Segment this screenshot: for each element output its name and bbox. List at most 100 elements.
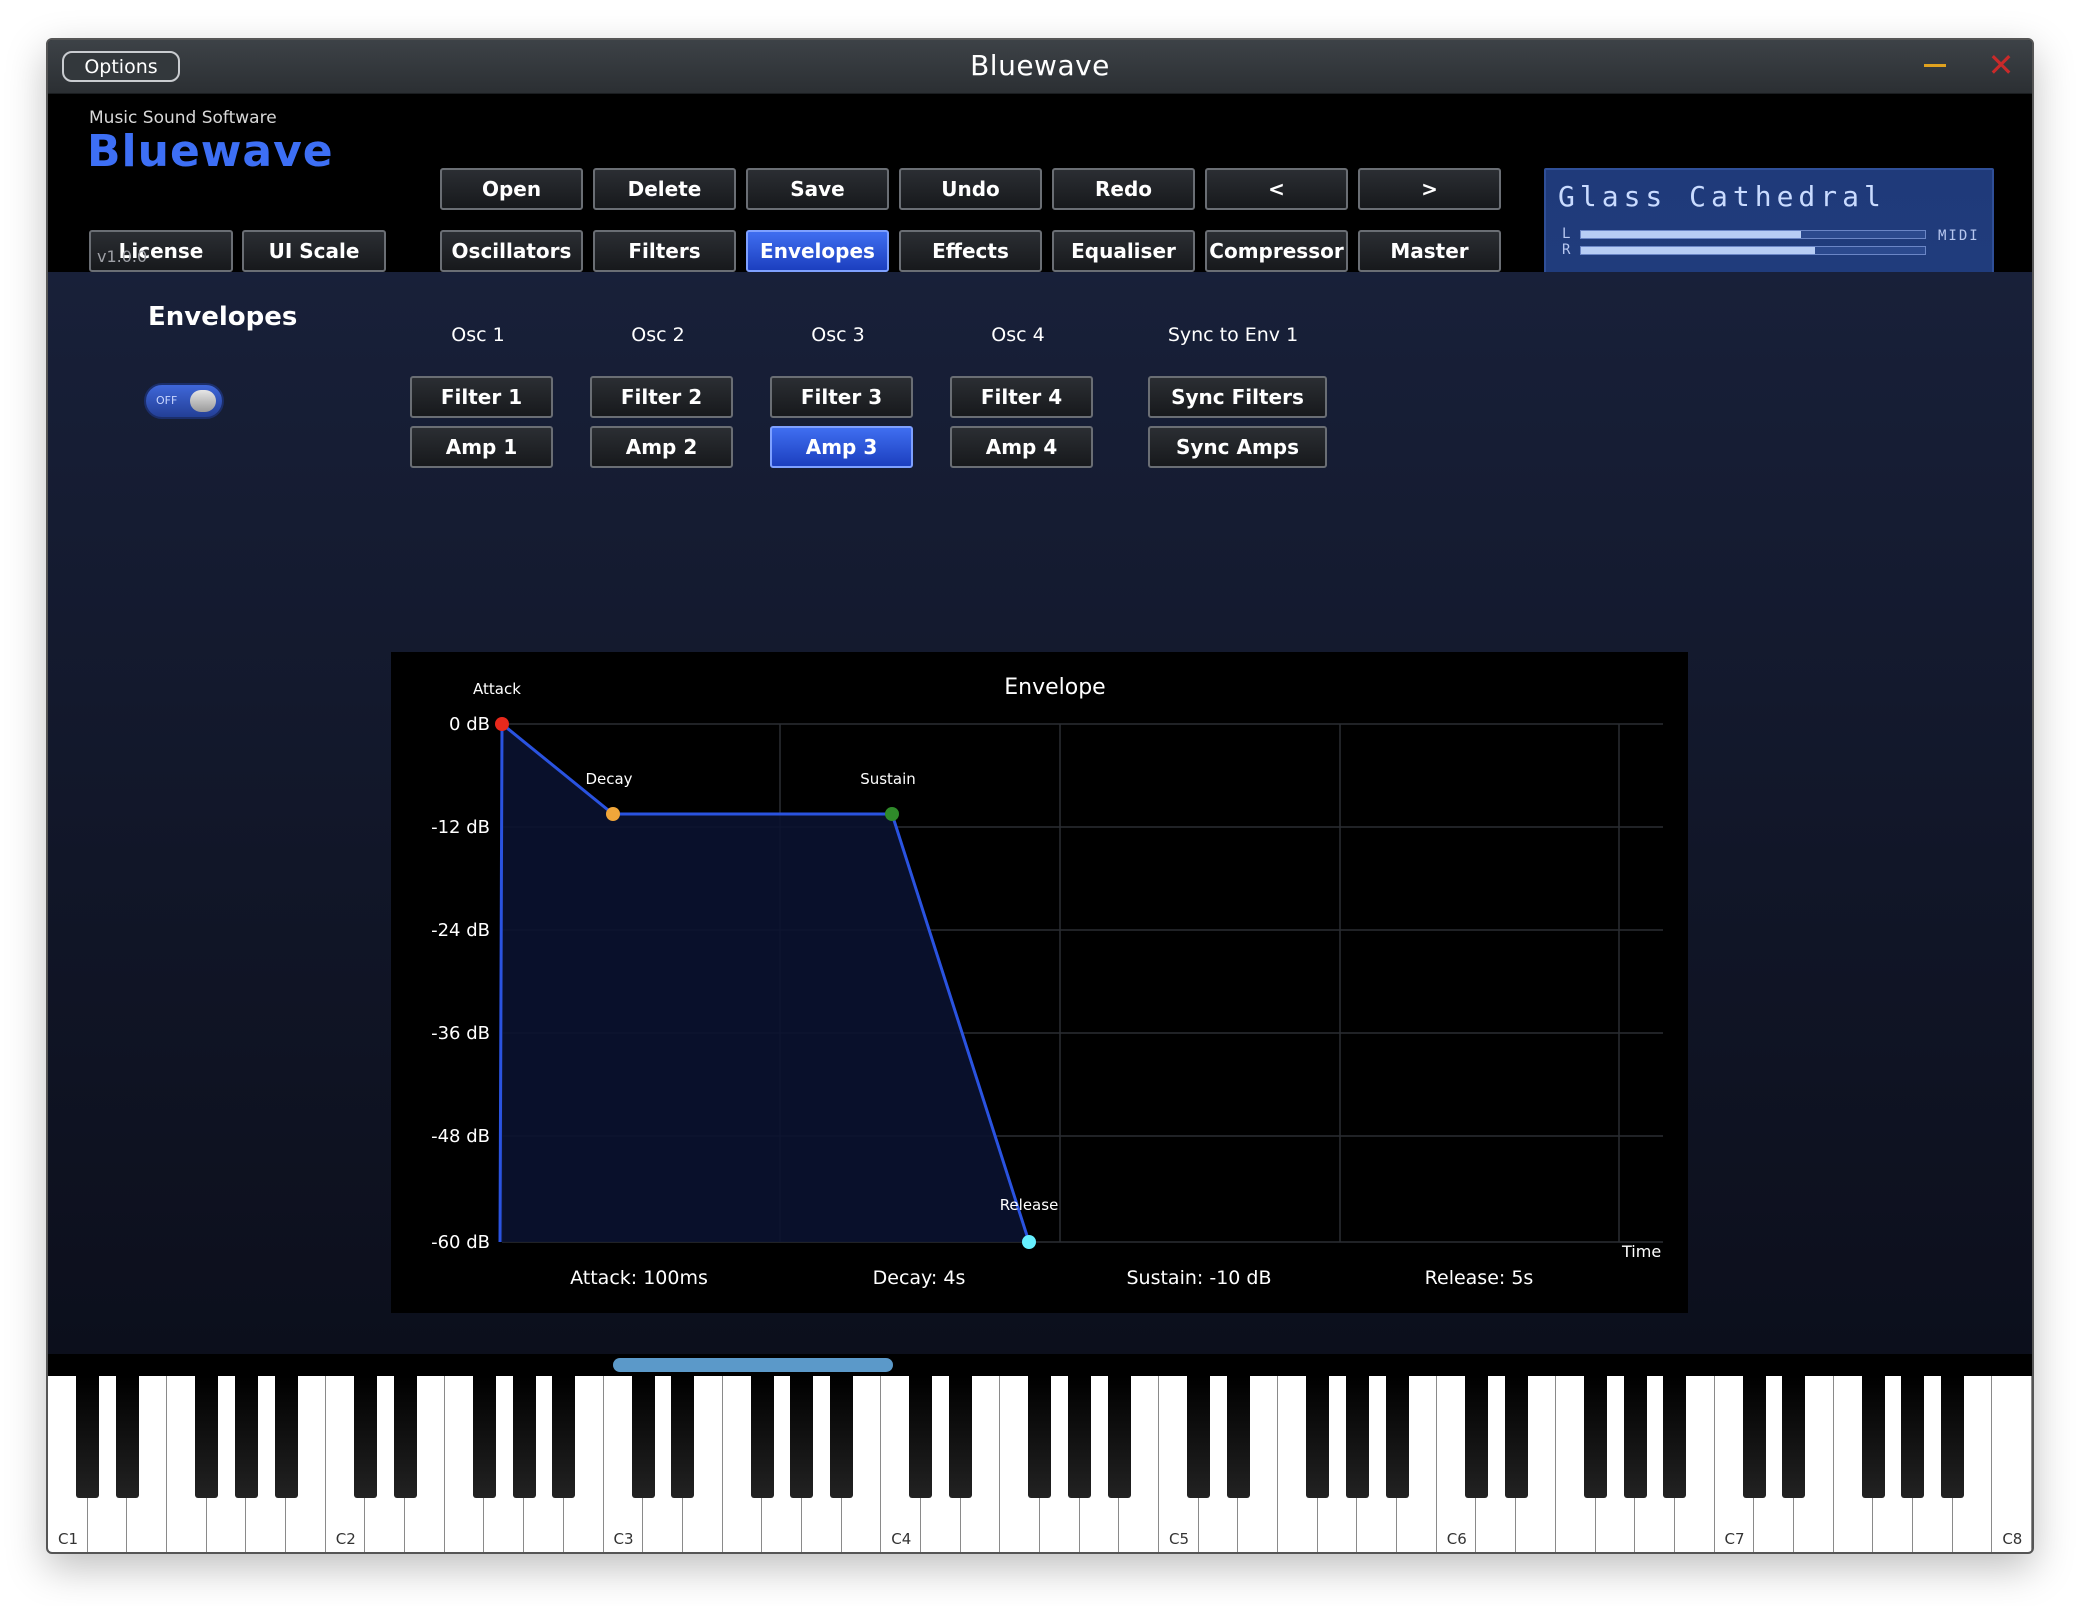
black-key[interactable] [512, 1376, 536, 1498]
black-key[interactable] [830, 1376, 854, 1498]
sync-filters-button[interactable]: Sync Filters [1148, 376, 1327, 418]
close-icon[interactable]: ✕ [1986, 49, 2016, 81]
attack-handle[interactable] [495, 717, 509, 731]
envelope-graph[interactable]: Envelope 0 dB -12 dB -24 dB -36 dB -48 d… [391, 652, 1688, 1313]
black-key[interactable] [1504, 1376, 1528, 1498]
black-key[interactable] [1623, 1376, 1647, 1498]
black-key[interactable] [393, 1376, 417, 1498]
sync-heading: Sync to Env 1 [1167, 324, 1299, 346]
piano-keyboard[interactable]: C1 C2 C3 C4 C5 C6 C7 C8 [48, 1376, 2032, 1552]
previous-preset-button[interactable]: < [1205, 168, 1348, 210]
amp-1-button[interactable]: Amp 1 [410, 426, 553, 468]
preset-display[interactable]: Glass Cathedral L R MIDI [1544, 168, 1994, 276]
osc3-heading: Osc 3 [811, 324, 865, 346]
filter-3-button[interactable]: Filter 3 [770, 376, 913, 418]
amp-4-button[interactable]: Amp 4 [950, 426, 1093, 468]
black-key[interactable] [1226, 1376, 1250, 1498]
attack-readout: Attack: 100ms [570, 1267, 708, 1289]
minimize-icon[interactable] [1924, 64, 1946, 67]
black-key[interactable] [76, 1376, 100, 1498]
attack-label: Attack [473, 680, 521, 698]
next-preset-button[interactable]: > [1358, 168, 1501, 210]
toggle-knob [190, 390, 216, 412]
octave-label: C6 [1446, 1530, 1467, 1548]
keyboard-area: C1 C2 C3 C4 C5 C6 C7 C8 [48, 1354, 2032, 1552]
black-key[interactable] [1107, 1376, 1131, 1498]
envelopes-toggle[interactable]: OFF [144, 383, 224, 419]
osc2-heading: Osc 2 [631, 324, 685, 346]
black-key[interactable] [274, 1376, 298, 1498]
black-key[interactable] [671, 1376, 695, 1498]
black-key[interactable] [1028, 1376, 1052, 1498]
y-tick-label: -24 dB [431, 920, 490, 941]
tab-master[interactable]: Master [1358, 230, 1501, 272]
white-key[interactable]: C8 [1992, 1376, 2032, 1552]
tab-envelopes[interactable]: Envelopes [746, 230, 889, 272]
black-key[interactable] [1306, 1376, 1330, 1498]
y-tick-label: -12 dB [431, 817, 490, 838]
release-label: Release [1000, 1196, 1059, 1214]
black-key[interactable] [631, 1376, 655, 1498]
graph-title: Envelope [1004, 675, 1105, 700]
open-button[interactable]: Open [440, 168, 583, 210]
black-key[interactable] [353, 1376, 377, 1498]
black-key[interactable] [949, 1376, 973, 1498]
black-key[interactable] [1187, 1376, 1211, 1498]
envelopes-panel: Envelopes OFF Osc 1 Osc 2 Osc 3 Osc 4 Sy… [48, 272, 2032, 1354]
black-key[interactable] [115, 1376, 139, 1498]
tab-equaliser[interactable]: Equaliser [1052, 230, 1195, 272]
amp-3-button[interactable]: Amp 3 [770, 426, 913, 468]
midi-indicator: MIDI [1938, 228, 1980, 244]
sustain-handle[interactable] [885, 807, 899, 821]
octave-label: C8 [2002, 1530, 2023, 1548]
meter-right-label: R [1562, 242, 1571, 258]
release-handle[interactable] [1022, 1235, 1036, 1249]
sustain-label: Sustain [860, 770, 916, 788]
amp-2-button[interactable]: Amp 2 [590, 426, 733, 468]
version-label: v1.0.0 [97, 247, 148, 266]
black-key[interactable] [1861, 1376, 1885, 1498]
meter-right-fill [1581, 247, 1815, 254]
black-key[interactable] [1941, 1376, 1965, 1498]
decay-label: Decay [585, 770, 632, 788]
decay-handle[interactable] [606, 807, 620, 821]
save-button[interactable]: Save [746, 168, 889, 210]
black-key[interactable] [1742, 1376, 1766, 1498]
filter-2-button[interactable]: Filter 2 [590, 376, 733, 418]
black-key[interactable] [1663, 1376, 1687, 1498]
black-key[interactable] [909, 1376, 933, 1498]
black-key[interactable] [1385, 1376, 1409, 1498]
black-key[interactable] [1901, 1376, 1925, 1498]
app-window: Options Bluewave ✕ Music Sound Software … [46, 38, 2034, 1554]
redo-button[interactable]: Redo [1052, 168, 1195, 210]
tab-oscillators[interactable]: Oscillators [440, 230, 583, 272]
filter-1-button[interactable]: Filter 1 [410, 376, 553, 418]
black-key[interactable] [1464, 1376, 1488, 1498]
black-key[interactable] [472, 1376, 496, 1498]
sustain-readout: Sustain: -10 dB [1126, 1267, 1271, 1289]
black-key[interactable] [790, 1376, 814, 1498]
tab-effects[interactable]: Effects [899, 230, 1042, 272]
ui-scale-button[interactable]: UI Scale [242, 230, 386, 272]
black-key[interactable] [1068, 1376, 1092, 1498]
black-key[interactable] [1345, 1376, 1369, 1498]
black-key[interactable] [552, 1376, 576, 1498]
section-title: Envelopes [148, 302, 298, 332]
undo-button[interactable]: Undo [899, 168, 1042, 210]
window-title: Bluewave [970, 49, 1110, 82]
black-key[interactable] [750, 1376, 774, 1498]
envelope-area [500, 724, 1029, 1242]
envelope-svg: Envelope 0 dB -12 dB -24 dB -36 dB -48 d… [431, 675, 1663, 1289]
black-key[interactable] [195, 1376, 219, 1498]
black-key[interactable] [1782, 1376, 1806, 1498]
black-key[interactable] [234, 1376, 258, 1498]
sync-amps-button[interactable]: Sync Amps [1148, 426, 1327, 468]
tab-compressor[interactable]: Compressor [1205, 230, 1348, 272]
octave-label: C7 [1724, 1530, 1745, 1548]
filter-4-button[interactable]: Filter 4 [950, 376, 1093, 418]
delete-button[interactable]: Delete [593, 168, 736, 210]
keyboard-scroll-handle[interactable] [613, 1358, 893, 1372]
tab-filters[interactable]: Filters [593, 230, 736, 272]
x-axis-label: Time [1621, 1242, 1661, 1261]
black-key[interactable] [1584, 1376, 1607, 1498]
